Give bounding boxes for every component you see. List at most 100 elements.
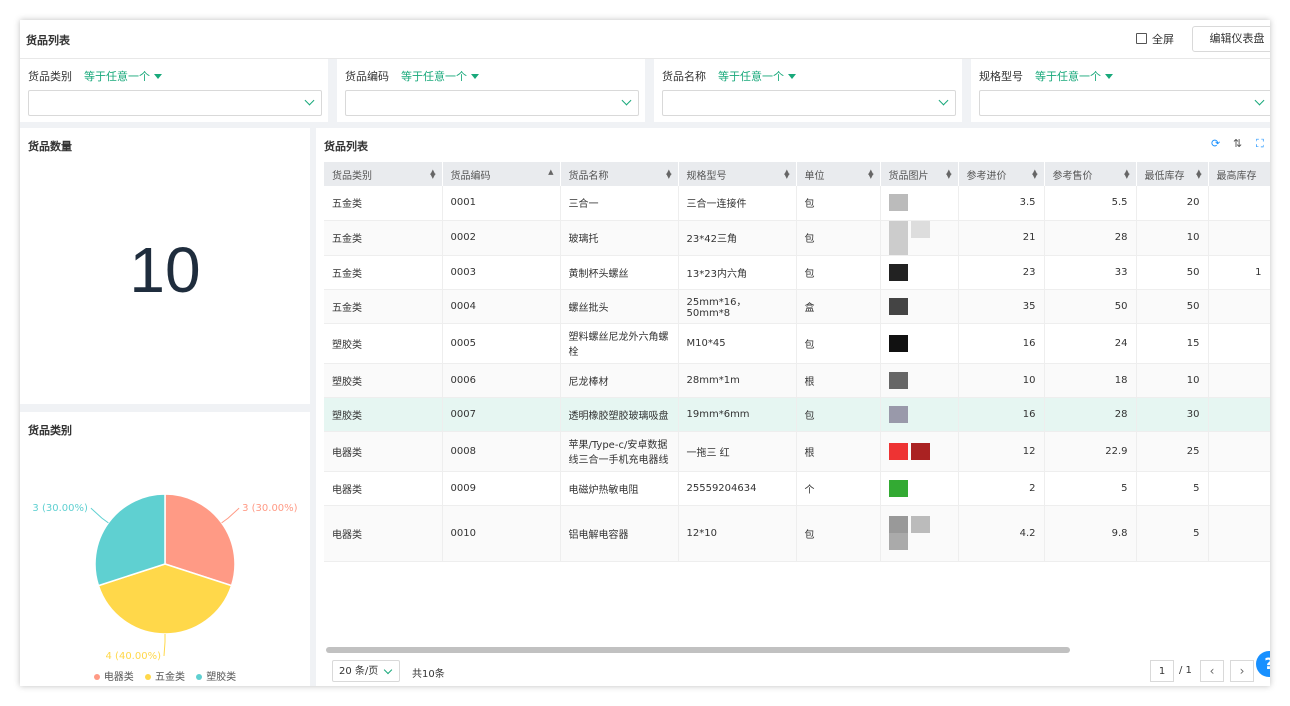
product-thumbnail[interactable] bbox=[910, 516, 930, 533]
sort-arrows-icon[interactable]: ▲ bbox=[548, 169, 553, 176]
product-thumbnail[interactable] bbox=[888, 297, 908, 315]
filter-select[interactable] bbox=[345, 90, 639, 116]
legend-item[interactable]: 五金类 bbox=[145, 672, 185, 683]
sort-arrows-icon[interactable]: ▲ ▼ bbox=[946, 169, 951, 180]
fullscreen-button[interactable]: 全屏 bbox=[1136, 31, 1174, 47]
expand-icon[interactable]: ⛶ bbox=[1256, 137, 1264, 151]
cell-image bbox=[880, 471, 959, 506]
cell-cat: 五金类 bbox=[324, 255, 443, 290]
cell-max bbox=[1208, 397, 1270, 432]
filter-operator[interactable]: 等于任意一个 bbox=[1035, 68, 1113, 84]
category-card: 货品类别 3 (30.00%) 4 (40.00%) 3 (30.00%) 电器类 … bbox=[20, 412, 310, 686]
product-thumbnail[interactable] bbox=[910, 442, 930, 460]
product-thumbnail[interactable] bbox=[888, 516, 908, 533]
filter-operator[interactable]: 等于任意一个 bbox=[718, 68, 796, 84]
pie-label-line bbox=[163, 634, 166, 657]
cell-min: 30 bbox=[1136, 397, 1209, 432]
page-size-select[interactable]: 20 条/页 bbox=[332, 660, 400, 682]
product-thumbnail[interactable] bbox=[888, 220, 908, 238]
sort-arrows-icon[interactable]: ▲ ▼ bbox=[666, 169, 671, 180]
legend-item[interactable]: 电器类 bbox=[93, 672, 134, 683]
product-thumbnail[interactable] bbox=[888, 533, 908, 550]
table-row[interactable]: 塑胶类 0005 塑料螺丝尼龙外六角螺栓 M10*45 包 16 24 15 bbox=[324, 323, 1270, 364]
cell-name: 塑料螺丝尼龙外六角螺栓 bbox=[560, 323, 679, 364]
product-thumbnail[interactable] bbox=[888, 405, 908, 423]
chevron-down-icon bbox=[383, 665, 393, 675]
filter-select[interactable] bbox=[662, 90, 956, 116]
edit-dashboard-button[interactable]: 编辑仪表盘 bbox=[1192, 26, 1270, 52]
column-header-label: 货品编码 bbox=[450, 170, 491, 182]
table-row[interactable]: 电器类 0010 铝电解电容器 12*10 包 4.2 9.8 5 bbox=[324, 505, 1270, 562]
column-header[interactable]: 单位 ▲ ▼ bbox=[796, 162, 881, 186]
cell-image bbox=[880, 363, 959, 398]
cell-unit: 包 bbox=[796, 397, 881, 432]
sort-icon[interactable]: ⇅ bbox=[1233, 137, 1242, 150]
cell-spec: 三合一连接件 bbox=[678, 186, 797, 221]
product-thumbnail[interactable] bbox=[888, 479, 908, 497]
column-header[interactable]: 最低库存 ▲ ▼ bbox=[1136, 162, 1209, 186]
column-header[interactable]: 货品编码 ▲ bbox=[442, 162, 561, 186]
legend-dot bbox=[196, 674, 203, 680]
cell-cost: 16 bbox=[958, 323, 1045, 364]
filter-select[interactable] bbox=[28, 90, 322, 116]
cell-name: 透明橡胶塑胶玻璃吸盘 bbox=[560, 397, 679, 432]
pie-data-label: 3 (30.00%) bbox=[242, 503, 298, 514]
product-thumbnail[interactable] bbox=[888, 194, 908, 212]
table-row[interactable]: 电器类 0008 苹果/Type-c/安卓数据线三合一手机充电器线 一拖三 红根 12 2… bbox=[324, 431, 1270, 472]
product-thumbnail[interactable] bbox=[888, 237, 908, 254]
cell-name: 铝电解电容器 bbox=[560, 505, 679, 562]
product-thumbnail[interactable] bbox=[888, 442, 908, 460]
table-row[interactable]: 五金类 0001 三合一 三合一连接件包 3.5 5.5 20 bbox=[324, 186, 1270, 221]
cell-image bbox=[880, 397, 959, 432]
total-count: 共10条 bbox=[412, 669, 445, 680]
table-row[interactable]: 塑胶类 0006 尼龙棒材 28mm*1m 根 10 18 10 bbox=[324, 363, 1270, 398]
column-header[interactable]: 货品名称 ▲ ▼ bbox=[560, 162, 679, 186]
top-bar: 货品列表 全屏 编辑仪表盘 bbox=[20, 20, 1270, 59]
prev-page-button[interactable]: ‹ bbox=[1200, 660, 1224, 682]
table-row[interactable]: 电器类 0009 电磁炉热敏电阻 25559204634 个 2 5 5 bbox=[324, 471, 1270, 506]
sort-arrows-icon[interactable]: ▲ ▼ bbox=[868, 169, 873, 180]
cell-spec: 23*42三角 bbox=[678, 220, 797, 256]
column-header[interactable]: 货品图片 ▲ ▼ bbox=[880, 162, 959, 186]
column-header-label: 参考售价 bbox=[1052, 170, 1093, 182]
column-header[interactable]: 规格型号 ▲ ▼ bbox=[678, 162, 797, 186]
product-thumbnail[interactable] bbox=[888, 371, 908, 389]
cell-max bbox=[1208, 289, 1270, 324]
column-header[interactable]: 货品类别 ▲ ▼ bbox=[324, 162, 443, 186]
cell-image bbox=[880, 255, 959, 290]
column-header-label: 单位 bbox=[804, 170, 825, 182]
sort-arrows-icon[interactable]: ▲ ▼ bbox=[1196, 169, 1201, 180]
column-header-label: 规格型号 bbox=[686, 170, 727, 182]
product-thumbnail[interactable] bbox=[910, 220, 930, 238]
column-header-label: 最低库存 bbox=[1144, 170, 1185, 182]
legend-label: 塑胶类 bbox=[206, 672, 237, 683]
column-header[interactable]: 参考售价 ▲ ▼ bbox=[1044, 162, 1137, 186]
filter-operator[interactable]: 等于任意一个 bbox=[84, 68, 162, 84]
sort-arrows-icon[interactable]: ▲ ▼ bbox=[784, 169, 789, 180]
sort-arrows-icon[interactable]: ▲ ▼ bbox=[430, 169, 435, 180]
cell-code: 0007 bbox=[442, 397, 561, 432]
cell-price: 9.8 bbox=[1044, 505, 1137, 562]
column-header[interactable]: 参考进价 ▲ ▼ bbox=[958, 162, 1045, 186]
legend-item[interactable]: 塑胶类 bbox=[196, 672, 236, 683]
cell-min: 20 bbox=[1136, 186, 1209, 221]
cell-name: 螺丝批头 bbox=[560, 289, 679, 324]
table-row[interactable]: 五金类 0003 黄制杯头螺丝 13*23内六角包 23 33 50 1 bbox=[324, 255, 1270, 290]
filter-select[interactable] bbox=[979, 90, 1270, 116]
cell-cat: 电器类 bbox=[324, 431, 443, 472]
table-row[interactable]: 五金类 0004 螺丝批头 25mm*16，50mm*8 盒 35 50 50 bbox=[324, 289, 1270, 324]
cell-cost: 21 bbox=[958, 220, 1045, 256]
table-row[interactable]: 塑胶类 0007 透明橡胶塑胶玻璃吸盘 19mm*6mm 包 16 28 30 bbox=[324, 397, 1270, 432]
next-page-button[interactable]: › bbox=[1230, 660, 1254, 682]
pagination: 20 条/页 共10条 1 / 1 ‹ › bbox=[324, 660, 1270, 686]
product-thumbnail[interactable] bbox=[888, 263, 908, 281]
refresh-icon[interactable]: ⟳ bbox=[1211, 137, 1220, 150]
sort-arrows-icon[interactable]: ▲ ▼ bbox=[1124, 169, 1129, 180]
page-input[interactable]: 1 bbox=[1150, 660, 1174, 682]
product-thumbnail[interactable] bbox=[888, 334, 908, 352]
filter-operator[interactable]: 等于任意一个 bbox=[401, 68, 479, 84]
horizontal-scrollbar[interactable] bbox=[326, 647, 1070, 653]
table-row[interactable]: 五金类 0002 玻璃托 23*42三角包 21 28 10 bbox=[324, 220, 1270, 256]
column-header[interactable]: 最高库存 bbox=[1208, 162, 1270, 186]
sort-arrows-icon[interactable]: ▲ ▼ bbox=[1032, 169, 1037, 180]
